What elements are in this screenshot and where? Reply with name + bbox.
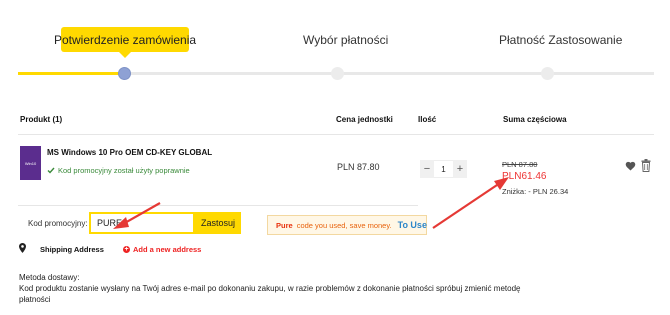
plus-icon: + [123,246,130,253]
header-subtotal: Suma częściowa [503,115,567,124]
add-address-link[interactable]: + Add a new address [123,245,201,254]
promo-applied-message: Kod promocyjny został użyty poprawnie [47,166,190,175]
header-unit-price: Cena jednostki [336,115,393,124]
header-quantity: Ilość [418,115,437,124]
location-pin-icon [19,243,26,253]
product-name[interactable]: MS Windows 10 Pro OEM CD-KEY GLOBAL [47,148,212,157]
quantity-stepper[interactable]: − 1 + [420,160,467,178]
check-icon [47,167,55,174]
shipping-address-label: Shipping Address [40,245,104,254]
delivery-method-title: Metoda dostawy: [19,273,80,282]
arrow-to-discounted-price [432,177,509,229]
unit-price: PLN 87.80 [337,162,380,172]
progress-dot-1 [118,67,131,80]
header-product: Produkt (1) [20,115,63,124]
qty-plus-button[interactable]: + [453,160,467,178]
to-use-link[interactable]: To Use [398,220,427,230]
promo-notice: Pure code you used, save money. To Use [267,215,427,235]
promo-code-input[interactable]: PURE [89,212,195,234]
original-price: PLN 87.80 [502,160,538,169]
product-thumbnail[interactable]: Win10 [20,146,41,180]
promo-code-label: Kod promocyjny: [28,219,88,228]
step-order-confirmation[interactable]: Potwierdzenie zamówienia [54,27,196,58]
divider [18,134,654,135]
divider [18,205,418,206]
progress-dot-3 [541,67,554,80]
notice-code: Pure [276,220,293,230]
qty-value[interactable]: 1 [434,160,453,178]
discounted-price: PLN61.46 [502,171,547,182]
heart-icon[interactable] [625,161,636,171]
delivery-method-text: Kod produktu zostanie wysłany na Twój ad… [19,284,521,304]
step-payment-apply[interactable]: Płatność Zastosowanie [499,33,622,47]
apply-promo-button[interactable]: Zastosuj [195,212,241,234]
progress-fill [18,72,124,75]
trash-icon[interactable] [641,159,651,172]
step-payment-choice[interactable]: Wybór płatności [303,33,388,47]
notice-text: code you used, save money. [296,220,392,230]
qty-minus-button[interactable]: − [420,160,434,178]
progress-dot-2 [331,67,344,80]
discount-amount: Zniżka: - PLN 26.34 [502,187,569,196]
